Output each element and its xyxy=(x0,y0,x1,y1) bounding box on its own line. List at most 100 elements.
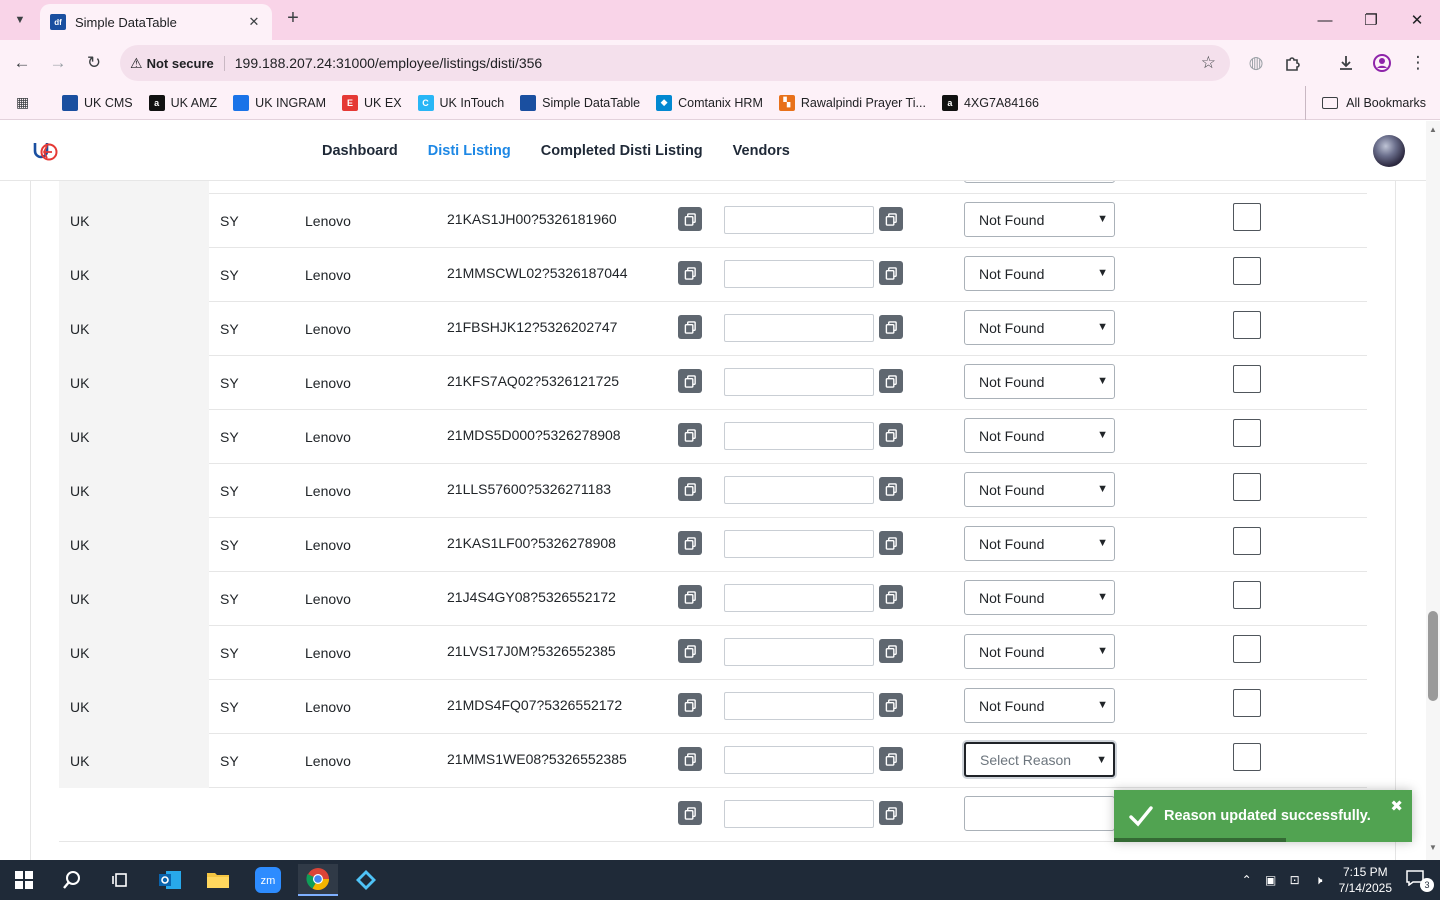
paste-button[interactable] xyxy=(879,369,903,393)
reason-select[interactable]: Select Reason ▼ xyxy=(964,742,1115,777)
copy-part-button[interactable] xyxy=(678,801,702,825)
tab-close-icon[interactable]: ✕ xyxy=(246,14,262,30)
note-input[interactable] xyxy=(724,584,874,612)
nav-link-disti-listing[interactable]: Disti Listing xyxy=(428,143,511,159)
browser-tab-active[interactable]: df Simple DataTable ✕ xyxy=(40,4,272,40)
bookmark-item[interactable]: UK CMS xyxy=(62,94,133,111)
address-bar[interactable]: ⚠ Not secure 199.188.207.24:31000/employ… xyxy=(120,45,1230,81)
translate-globe-icon[interactable]: ◍ xyxy=(1244,51,1268,75)
scroll-up-arrow-icon[interactable]: ▲ xyxy=(1429,125,1437,134)
page-scrollbar[interactable]: ▲ ▼ xyxy=(1426,121,1440,860)
new-tab-plus-icon[interactable]: + xyxy=(282,8,304,30)
minimize-icon[interactable]: — xyxy=(1302,0,1348,40)
copy-part-button[interactable] xyxy=(678,369,702,393)
reason-select[interactable]: Not Found▼ xyxy=(964,634,1115,669)
reason-select-partial[interactable] xyxy=(964,796,1115,831)
reason-select[interactable]: Not Found▼ xyxy=(964,364,1115,399)
system-clock[interactable]: 7:15 PM 7/14/2025 xyxy=(1339,864,1392,896)
restore-icon[interactable]: ❐ xyxy=(1348,0,1394,40)
volume-muted-icon[interactable]: 🕨 xyxy=(1308,873,1330,888)
row-checkbox[interactable] xyxy=(1233,419,1261,447)
security-label[interactable]: Not secure xyxy=(147,55,225,71)
row-checkbox[interactable] xyxy=(1233,635,1261,663)
bookmark-star-icon[interactable]: ☆ xyxy=(1201,53,1216,73)
scrollbar-thumb[interactable] xyxy=(1428,611,1438,701)
note-input[interactable] xyxy=(724,206,874,234)
bookmark-item[interactable]: ◆ Comtanix HRM xyxy=(656,94,763,111)
reason-select[interactable]: Not Found▼ xyxy=(964,418,1115,453)
note-input[interactable] xyxy=(724,422,874,450)
reload-icon[interactable]: ↻ xyxy=(82,51,106,75)
uk-logo-icon[interactable] xyxy=(32,139,58,163)
back-arrow-icon[interactable]: ← xyxy=(10,51,34,75)
paste-button[interactable] xyxy=(879,315,903,339)
paste-button[interactable] xyxy=(879,423,903,447)
reason-select[interactable]: Not Found▼ xyxy=(964,472,1115,507)
reason-select[interactable]: Not Found▼ xyxy=(964,181,1115,183)
profile-icon[interactable] xyxy=(1370,51,1394,75)
outlook-icon[interactable] xyxy=(150,864,190,896)
paste-button[interactable] xyxy=(879,693,903,717)
reason-select[interactable]: Not Found▼ xyxy=(964,202,1115,237)
row-checkbox[interactable] xyxy=(1233,527,1261,555)
tray-chevron-up-icon[interactable]: ⌃ xyxy=(1236,873,1258,887)
nav-link-dashboard[interactable]: Dashboard xyxy=(322,143,398,159)
bookmark-item[interactable]: a 4XG7A84166 xyxy=(941,94,1039,111)
note-input[interactable] xyxy=(724,260,874,288)
copy-part-button[interactable] xyxy=(678,261,702,285)
tab-search-chevron-icon[interactable]: ▼ xyxy=(8,8,32,32)
copy-part-button[interactable] xyxy=(678,693,702,717)
row-checkbox[interactable] xyxy=(1233,473,1261,501)
nav-link-vendors[interactable]: Vendors xyxy=(733,143,790,159)
row-checkbox[interactable] xyxy=(1233,365,1261,393)
chrome-icon[interactable] xyxy=(298,864,338,896)
note-input[interactable] xyxy=(724,692,874,720)
warning-triangle-icon[interactable]: ⚠ xyxy=(130,55,143,72)
paste-button[interactable] xyxy=(879,585,903,609)
windows-start-icon[interactable] xyxy=(4,864,44,896)
notification-center-icon[interactable]: 3 xyxy=(1406,870,1434,892)
paste-button[interactable] xyxy=(879,531,903,555)
paste-button[interactable] xyxy=(879,261,903,285)
bookmark-item[interactable]: C UK InTouch xyxy=(417,94,504,111)
toast-close-icon[interactable]: ✖ xyxy=(1390,797,1403,815)
note-input[interactable] xyxy=(724,746,874,774)
copy-part-button[interactable] xyxy=(678,747,702,771)
paste-button[interactable] xyxy=(879,801,903,825)
url-text[interactable]: 199.188.207.24:31000/employee/listings/d… xyxy=(235,55,1201,71)
row-checkbox[interactable] xyxy=(1233,743,1261,771)
reason-select[interactable]: Not Found▼ xyxy=(964,526,1115,561)
user-avatar[interactable] xyxy=(1373,135,1405,167)
copy-part-button[interactable] xyxy=(678,315,702,339)
copy-part-button[interactable] xyxy=(678,639,702,663)
note-input[interactable] xyxy=(724,314,874,342)
task-view-icon[interactable] xyxy=(100,864,140,896)
note-input[interactable] xyxy=(724,530,874,558)
forward-arrow-icon[interactable]: → xyxy=(46,51,70,75)
reason-select[interactable]: Not Found▼ xyxy=(964,688,1115,723)
extensions-puzzle-icon[interactable] xyxy=(1281,51,1305,75)
note-input[interactable] xyxy=(724,800,874,828)
nav-link-completed-disti-listing[interactable]: Completed Disti Listing xyxy=(541,143,703,159)
reason-select[interactable]: Not Found▼ xyxy=(964,580,1115,615)
row-checkbox[interactable] xyxy=(1233,581,1261,609)
paste-button[interactable] xyxy=(879,747,903,771)
download-icon[interactable] xyxy=(1334,51,1358,75)
row-checkbox[interactable] xyxy=(1233,257,1261,285)
note-input[interactable] xyxy=(724,638,874,666)
apps-grid-icon[interactable]: ▦ xyxy=(16,94,38,111)
bookmark-item[interactable]: E UK EX xyxy=(342,94,402,111)
row-checkbox[interactable] xyxy=(1233,311,1261,339)
copy-part-button[interactable] xyxy=(678,207,702,231)
copy-part-button[interactable] xyxy=(678,477,702,501)
zoom-icon[interactable]: zm xyxy=(248,864,288,896)
display-icon[interactable]: ⊡ xyxy=(1284,873,1306,887)
reason-select[interactable]: Not Found▼ xyxy=(964,310,1115,345)
copy-part-button[interactable] xyxy=(678,423,702,447)
bookmark-item[interactable]: Simple DataTable xyxy=(520,94,640,111)
paste-button[interactable] xyxy=(879,207,903,231)
scroll-down-arrow-icon[interactable]: ▼ xyxy=(1429,843,1437,852)
note-input[interactable] xyxy=(724,476,874,504)
kebab-menu-icon[interactable]: ⋮ xyxy=(1406,51,1430,75)
bookmark-item[interactable]: ▚ Rawalpindi Prayer Ti... xyxy=(778,94,926,111)
